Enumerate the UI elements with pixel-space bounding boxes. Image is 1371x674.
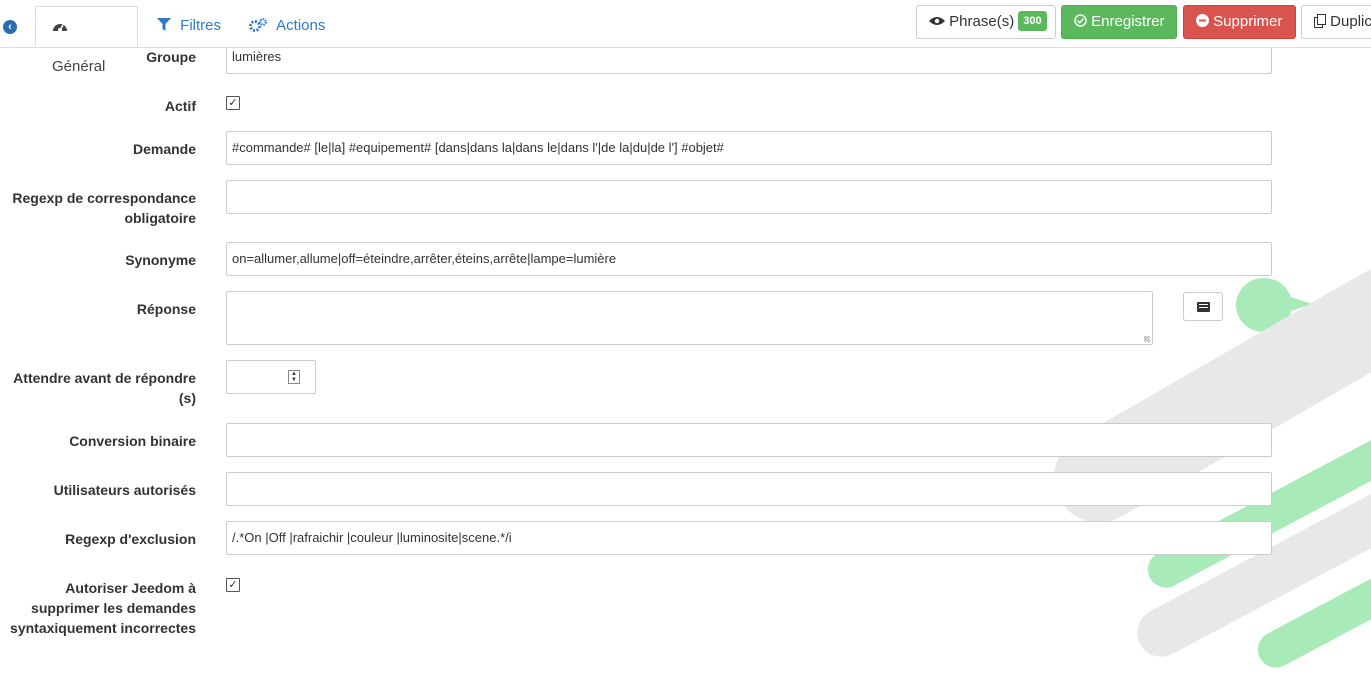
- back-arrow-icon[interactable]: ‹: [3, 20, 17, 34]
- minus-circle-icon: [1196, 13, 1213, 30]
- delete-label: Supprimer: [1213, 13, 1282, 30]
- phrases-button[interactable]: Phrase(s)300: [916, 5, 1056, 39]
- delete-button[interactable]: Supprimer: [1183, 5, 1296, 39]
- label-line: supprimer les demandes: [10, 598, 196, 618]
- eye-icon: [929, 13, 949, 30]
- label-line: Regexp de correspondance: [12, 188, 196, 208]
- duplicate-label: Duplic: [1330, 13, 1371, 30]
- top-bar: ‹ Général Filtres Actions Phrase(s)300 E…: [0, 0, 1371, 48]
- spinner-arrows-icon[interactable]: ▲▼: [288, 370, 300, 384]
- tab-actions-label: Actions: [276, 17, 325, 34]
- tab-actions[interactable]: Actions: [233, 6, 341, 47]
- groupe-label: Groupe: [146, 47, 196, 67]
- tab-general-label: Général: [52, 58, 105, 75]
- label-line: Attendre avant de répondre: [13, 368, 196, 388]
- regexp-exclusion-label: Regexp d'exclusion: [65, 529, 196, 549]
- utilisateurs-autorises-label: Utilisateurs autorisés: [54, 480, 196, 500]
- label-line: (s): [13, 388, 196, 408]
- demande-label: Demande: [133, 139, 196, 159]
- conversion-binaire-label: Conversion binaire: [69, 431, 196, 451]
- duplicate-button[interactable]: Duplic: [1301, 5, 1371, 39]
- tab-general[interactable]: Général: [35, 6, 138, 47]
- phrases-count-badge: 300: [1018, 11, 1046, 31]
- regexp-exclusion-input[interactable]: /.*On |Off |rafraichir |couleur |luminos…: [226, 521, 1272, 555]
- autoriser-checkbox[interactable]: ✓: [226, 578, 240, 592]
- save-button[interactable]: Enregistrer: [1061, 5, 1177, 39]
- tab-filtres[interactable]: Filtres: [141, 6, 237, 47]
- phrases-label: Phrase(s): [949, 13, 1014, 30]
- background-stripe: [1252, 548, 1371, 674]
- conversion-binaire-input[interactable]: [226, 423, 1272, 457]
- utilisateurs-autorises-input[interactable]: [226, 472, 1272, 506]
- regexp-correspondance-label: Regexp de correspondance obligatoire: [12, 188, 196, 228]
- autoriser-label: Autoriser Jeedom à supprimer les demande…: [10, 578, 196, 638]
- label-line: syntaxiquement incorrectes: [10, 618, 196, 638]
- chat-bubble-decoration: [1236, 278, 1292, 332]
- dashboard-icon: [52, 18, 68, 35]
- synonyme-label: Synonyme: [125, 250, 196, 270]
- reponse-label: Réponse: [137, 299, 196, 319]
- attendre-label: Attendre avant de répondre (s): [13, 368, 196, 408]
- chat-bubble-tail-decoration: [1282, 294, 1312, 314]
- demande-input[interactable]: #commande# [le|la] #equipement# [dans|da…: [226, 131, 1272, 165]
- reponse-textarea[interactable]: [226, 291, 1153, 345]
- tab-filtres-label: Filtres: [180, 17, 221, 34]
- copy-icon: [1314, 13, 1330, 30]
- regexp-correspondance-input[interactable]: [226, 180, 1272, 214]
- attendre-number-input[interactable]: ▲▼: [226, 360, 316, 394]
- synonyme-input[interactable]: on=allumer,allume|off=éteindre,arrêter,é…: [226, 242, 1272, 276]
- actif-label: Actif: [165, 96, 196, 116]
- filter-icon: [157, 17, 175, 34]
- label-line: Autoriser Jeedom à: [10, 578, 196, 598]
- check-circle-icon: [1074, 13, 1091, 30]
- cogs-icon: [249, 17, 271, 34]
- save-label: Enregistrer: [1091, 13, 1164, 30]
- list-button[interactable]: [1183, 292, 1223, 321]
- resize-handle-icon[interactable]: [1144, 336, 1150, 342]
- actif-checkbox[interactable]: ✓: [226, 96, 240, 110]
- list-icon: [1197, 302, 1210, 312]
- label-line: obligatoire: [12, 208, 196, 228]
